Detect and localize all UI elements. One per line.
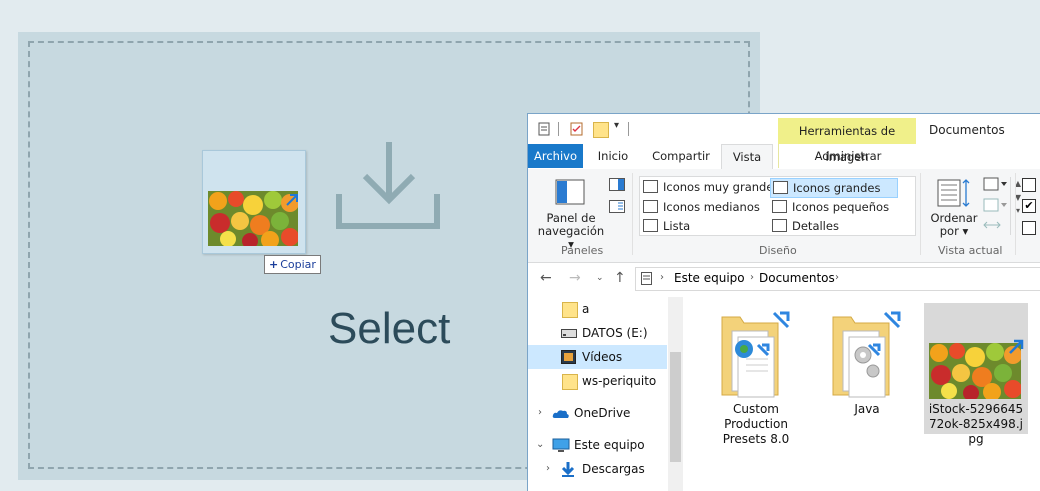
- folder-icon: [562, 374, 578, 390]
- layout-large-icons[interactable]: Iconos grandes: [770, 178, 898, 198]
- copy-tooltip: + Copiar: [264, 255, 321, 274]
- file-item-java[interactable]: Java: [815, 297, 919, 457]
- paneles-group-label: Paneles: [561, 244, 604, 257]
- copy-tooltip-label: Copiar: [280, 258, 316, 271]
- layout-small-icons[interactable]: Iconos pequeños: [770, 198, 896, 216]
- forward-button[interactable]: →: [569, 270, 581, 286]
- add-columns-icon[interactable]: [983, 198, 1009, 212]
- file-label: Java: [854, 402, 880, 416]
- medium-icons-icon: [643, 200, 658, 213]
- sort-by-button[interactable]: Ordenar por ▾: [928, 212, 980, 238]
- details-pane-icon[interactable]: [609, 200, 625, 213]
- contextual-tab-title: Herramientas de imagen: [778, 118, 916, 164]
- preview-pane-icon[interactable]: [609, 178, 625, 191]
- crumb-separator-icon: ›: [835, 272, 839, 283]
- properties-icon[interactable]: [538, 122, 550, 136]
- tab-administrar[interactable]: Administrar: [778, 144, 917, 168]
- select-label: Select: [328, 304, 451, 353]
- computer-icon: [552, 438, 570, 452]
- window-title: Documentos: [929, 123, 1005, 137]
- drive-icon: [561, 329, 577, 338]
- nav-item-videos[interactable]: Vídeos: [528, 345, 667, 369]
- expand-icon[interactable]: ›: [546, 457, 550, 481]
- sort-by-label: Ordenar por: [930, 211, 978, 238]
- checklist-icon[interactable]: [570, 122, 583, 136]
- details-icon: [772, 219, 787, 232]
- nav-item-a[interactable]: a: [528, 297, 667, 321]
- checkbox-item-checkboxes[interactable]: [1022, 178, 1036, 192]
- ribbon-view: Panel de navegación ▾ Paneles Iconos muy…: [528, 169, 1040, 263]
- file-label: Custom Production Presets 8.0: [722, 402, 790, 446]
- folder-shortcut-icon: [832, 311, 901, 398]
- drag-preview: [202, 150, 306, 254]
- nav-item-onedrive[interactable]: › OneDrive: [528, 401, 667, 425]
- layout-medium-icons[interactable]: Iconos medianos: [641, 198, 767, 216]
- layout-list[interactable]: Lista: [641, 217, 767, 235]
- layout-details[interactable]: Detalles: [770, 217, 896, 235]
- shortcut-arrow-icon: [286, 194, 298, 206]
- crumb-este-equipo[interactable]: Este equipo: [674, 271, 745, 285]
- address-bar-row: ← → ⌄ ↑ › Este equipo › Documentos ›: [528, 263, 1040, 293]
- layout-gallery: Iconos muy grandes Iconos grandes Iconos…: [639, 176, 1021, 236]
- customize-qat-icon[interactable]: ▾: [614, 120, 619, 131]
- location-icon: [641, 272, 652, 285]
- videos-icon: [561, 350, 576, 364]
- tab-compartir[interactable]: Compartir: [642, 144, 720, 168]
- download-icon: [336, 142, 440, 229]
- sort-by-icon: [937, 179, 970, 207]
- address-bar[interactable]: › Este equipo › Documentos ›: [635, 267, 1040, 291]
- up-button[interactable]: ↑: [614, 270, 626, 286]
- new-folder-icon[interactable]: [593, 122, 609, 138]
- recent-locations-button[interactable]: ⌄: [596, 273, 604, 283]
- vista-actual-group-label: Vista actual: [938, 244, 1003, 257]
- nav-item-descargas[interactable]: › Descargas: [528, 457, 667, 481]
- quick-access-toolbar: ▾ Herramientas de imagen Documentos: [528, 114, 1040, 164]
- checkbox-hidden-items[interactable]: [1022, 221, 1036, 235]
- back-button[interactable]: ←: [540, 270, 552, 286]
- expand-icon[interactable]: ›: [538, 401, 542, 425]
- size-columns-icon[interactable]: [983, 218, 1001, 232]
- nav-item-ws-periquito[interactable]: ws-periquito: [528, 369, 667, 393]
- file-list: Custom Production Presets 8.0 Java iStoc…: [684, 297, 1040, 491]
- file-item-istock-image[interactable]: iStock-529664572ok-825x498.jpg: [924, 303, 1028, 446]
- tab-vista[interactable]: Vista: [721, 144, 773, 170]
- large-icons-icon: [773, 181, 788, 194]
- small-icons-icon: [772, 200, 787, 213]
- crumb-separator-icon: ›: [750, 272, 754, 283]
- extra-large-icons-icon: [643, 180, 658, 193]
- layout-extra-large-icons[interactable]: Iconos muy grandes: [641, 178, 779, 196]
- file-explorer-window: ▾ Herramientas de imagen Documentos Arch…: [527, 113, 1040, 491]
- panel-navegacion-label: Panel de navegación: [537, 211, 605, 238]
- tab-archivo[interactable]: Archivo: [528, 144, 583, 168]
- nav-pane-scroll-thumb[interactable]: [670, 352, 681, 462]
- downloads-icon: [561, 462, 575, 477]
- crumb-documentos[interactable]: Documentos: [759, 271, 835, 285]
- checkbox-file-extensions[interactable]: ✔: [1022, 199, 1036, 213]
- navigation-pane: a DATOS (E:) Vídeos ws-periquito › OneDr…: [528, 297, 683, 491]
- diseno-group-label: Diseño: [759, 244, 797, 257]
- nav-pane-scrollbar[interactable]: [668, 297, 683, 491]
- file-label: iStock-529664572ok-825x498.jpg: [928, 402, 1024, 446]
- crumb-separator-icon: ›: [660, 272, 664, 283]
- group-by-icon[interactable]: [983, 177, 1009, 191]
- tab-inicio[interactable]: Inicio: [586, 144, 640, 168]
- shortcut-arrow-icon: [1009, 339, 1024, 354]
- folder-icon: [562, 302, 578, 318]
- onedrive-icon: [552, 410, 569, 418]
- folder-shortcut-icon: [721, 311, 790, 398]
- nav-item-este-equipo[interactable]: ⌄ Este equipo: [528, 433, 667, 457]
- list-icon: [643, 219, 658, 232]
- ribbon-tabs: Archivo Inicio Compartir Vista Administr…: [528, 144, 1040, 170]
- collapse-icon[interactable]: ⌄: [536, 433, 544, 457]
- nav-item-datos[interactable]: DATOS (E:): [528, 321, 667, 345]
- navigation-pane-icon: [555, 179, 585, 205]
- file-item-custom-production-presets[interactable]: Custom Production Presets 8.0: [704, 297, 808, 457]
